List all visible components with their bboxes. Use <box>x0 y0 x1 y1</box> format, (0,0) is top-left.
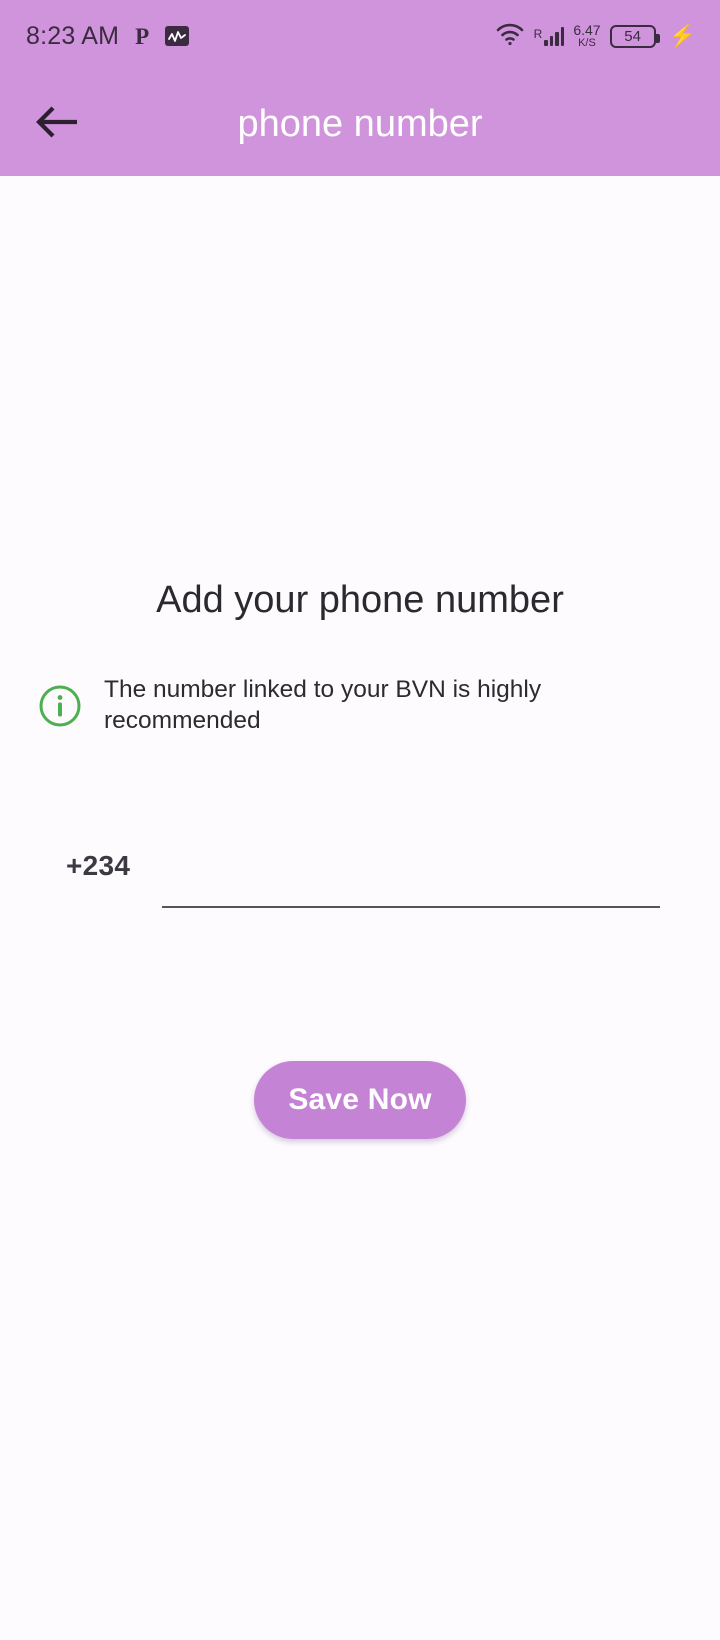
phone-input-row: +234 <box>66 836 660 908</box>
network-speed-unit: K/S <box>578 37 596 49</box>
graph-icon <box>165 26 190 46</box>
phone-number-field[interactable] <box>162 836 660 908</box>
phone-number-input[interactable] <box>162 853 660 889</box>
charging-bolt-icon: ⚡ <box>668 23 696 48</box>
back-arrow-icon <box>33 104 79 145</box>
battery-level-label: 54 <box>624 27 641 45</box>
signal-bars-icon: R <box>533 26 565 46</box>
page-title: phone number <box>237 102 483 145</box>
status-bar-right: R 6.47 K/S 54 ⚡ <box>495 22 696 51</box>
bvn-info-row: The number linked to your BVN is highly … <box>38 675 692 736</box>
status-bar-clock: 8:23 AM <box>26 21 120 50</box>
back-button[interactable] <box>20 88 92 160</box>
save-button-container: Save Now <box>0 1061 720 1139</box>
phone-number-screen: 8:23 AM P R 6.47 K/S 54 ⚡ phone number A… <box>0 0 720 1640</box>
heading-add-phone-number: Add your phone number <box>156 579 564 621</box>
status-bar: 8:23 AM P R 6.47 K/S 54 ⚡ <box>0 0 720 72</box>
battery-icon: 54 <box>609 24 660 48</box>
p-app-icon: P <box>135 23 150 49</box>
status-bar-left: 8:23 AM P <box>26 21 190 51</box>
roaming-label: R <box>533 26 543 41</box>
save-now-button[interactable]: Save Now <box>254 1061 466 1139</box>
app-bar: phone number <box>0 72 720 176</box>
bvn-info-text: The number linked to your BVN is highly … <box>104 676 542 734</box>
network-speed-indicator: 6.47 K/S <box>573 23 600 49</box>
main-content: Add your phone number The number linked … <box>0 176 720 1640</box>
info-circle-icon <box>38 684 82 728</box>
network-speed-value: 6.47 <box>573 22 601 38</box>
wifi-icon <box>495 22 525 51</box>
signal-bars <box>544 26 565 46</box>
country-code-label: +234 <box>66 850 131 881</box>
